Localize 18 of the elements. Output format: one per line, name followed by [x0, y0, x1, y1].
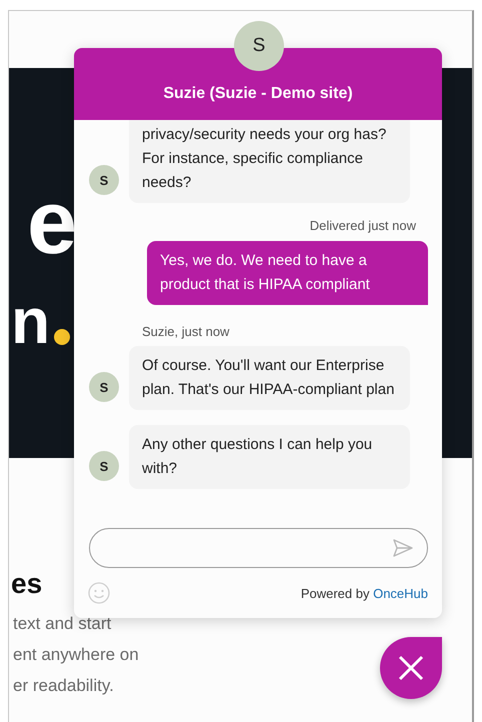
delivery-status: Delivered just now — [310, 218, 416, 233]
visitor-message: Yes, we do. We need to have a product that is HIPAA compliant — [147, 241, 428, 305]
agent-avatar: S — [89, 451, 119, 481]
section-heading: es — [11, 568, 42, 600]
agent-message: Any other questions I can help you with? — [129, 425, 410, 489]
agent-avatar: S — [89, 372, 119, 402]
agent-avatar: S — [89, 165, 119, 195]
oncehub-link[interactable]: OnceHub — [373, 586, 428, 600]
sender-time: Suzie, just now — [142, 324, 230, 339]
chat-title: Suzie (Suzie - Demo site) — [163, 85, 353, 104]
paragraph-line: ent anywhere on — [13, 644, 139, 666]
paragraph-line: text and start — [13, 613, 112, 635]
agent-message: privacy/security needs your org has? For instance, specific compliance needs? — [129, 120, 410, 203]
agent-message: Of course. You'll want our Enterprise plan. That's our HIPAA-compliant plan — [129, 346, 410, 410]
hero-heading-fragment: e — [27, 178, 78, 268]
hero-heading-fragment: n — [11, 296, 50, 348]
paragraph-line: er readability. — [13, 675, 114, 697]
powered-by-text: Powered by OnceHub — [300, 586, 428, 600]
